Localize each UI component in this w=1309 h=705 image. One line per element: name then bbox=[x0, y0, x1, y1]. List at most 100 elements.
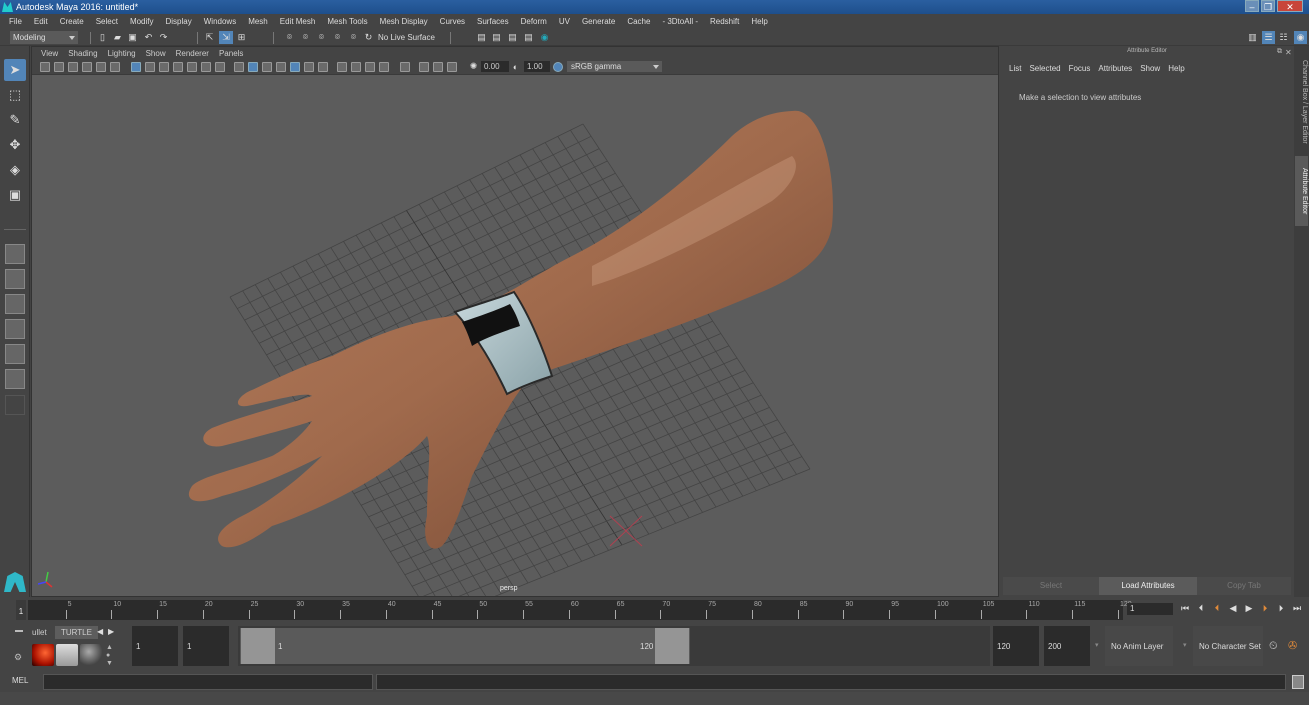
copy-tab-button[interactable]: Copy Tab bbox=[1197, 577, 1291, 595]
menu-generate[interactable]: Generate bbox=[576, 17, 621, 26]
resolution-gate-icon[interactable] bbox=[159, 62, 169, 72]
menu-cache[interactable]: Cache bbox=[621, 17, 656, 26]
select-component-icon[interactable]: ⊞ bbox=[236, 32, 247, 43]
menu-mesh-tools[interactable]: Mesh Tools bbox=[321, 17, 373, 26]
use-all-lights-icon[interactable] bbox=[290, 62, 300, 72]
textured-icon[interactable] bbox=[276, 62, 286, 72]
current-frame-field[interactable]: 1 bbox=[1127, 603, 1173, 615]
viewport-menu-view[interactable]: View bbox=[36, 49, 63, 58]
gamma-field[interactable]: 1.00 bbox=[524, 61, 550, 72]
camera-attributes-icon[interactable] bbox=[54, 62, 64, 72]
ambient-occlusion-icon[interactable] bbox=[318, 62, 328, 72]
close-panel-icon[interactable]: ✕ bbox=[1285, 48, 1292, 57]
animation-preferences-icon[interactable]: ✇ bbox=[1288, 639, 1297, 652]
step-forward-frame-icon[interactable]: ⏵ bbox=[1258, 603, 1272, 614]
hypershade-icon[interactable]: ▤ bbox=[523, 32, 534, 43]
grease-pencil-icon[interactable] bbox=[110, 62, 120, 72]
character-set-dropdown[interactable]: No Character Set bbox=[1193, 626, 1263, 666]
maya-home-icon[interactable] bbox=[4, 572, 26, 592]
shelf-scroll-right-icon[interactable]: ▶ bbox=[108, 627, 114, 636]
menu-help[interactable]: Help bbox=[745, 17, 773, 26]
rotate-tool-icon[interactable]: ◈ bbox=[4, 159, 26, 181]
scale-tool-icon[interactable]: ▣ bbox=[4, 184, 26, 206]
tab-channel-box[interactable]: Channel Box / Layer Editor bbox=[1295, 52, 1308, 152]
current-frame-marker[interactable]: 1 bbox=[16, 600, 26, 620]
lasso-tool-icon[interactable]: ⬚ bbox=[4, 84, 26, 106]
xray-components-icon[interactable] bbox=[433, 62, 443, 72]
viewport-menu-panels[interactable]: Panels bbox=[214, 49, 248, 58]
persp-outliner-layout-icon[interactable] bbox=[5, 344, 25, 364]
menu-create[interactable]: Create bbox=[54, 17, 90, 26]
collapse-shelf-icon[interactable] bbox=[15, 630, 23, 632]
viewport-menu-shading[interactable]: Shading bbox=[63, 49, 102, 58]
anim-layer-dropdown[interactable]: No Anim Layer bbox=[1105, 626, 1173, 666]
script-language-label[interactable]: MEL bbox=[12, 676, 28, 685]
turtle-bake-icon[interactable] bbox=[56, 644, 78, 666]
close-button[interactable]: ✕ bbox=[1277, 0, 1303, 12]
turtle-render-icon[interactable] bbox=[32, 644, 54, 666]
attr-menu-selected[interactable]: Selected bbox=[1025, 64, 1064, 73]
shelf-settings-icon[interactable]: ⚙ bbox=[14, 652, 22, 663]
select-object-icon[interactable]: ⇲ bbox=[219, 31, 233, 44]
redo-icon[interactable]: ↷ bbox=[158, 32, 169, 43]
menu-redshift[interactable]: Redshift bbox=[704, 17, 745, 26]
render-frame-icon[interactable]: ▤ bbox=[476, 32, 487, 43]
attr-menu-attributes[interactable]: Attributes bbox=[1094, 64, 1136, 73]
safe-action-icon[interactable] bbox=[201, 62, 211, 72]
hud-icon[interactable] bbox=[447, 62, 457, 72]
playback-end-field[interactable]: 120 bbox=[993, 626, 1039, 666]
four-view-layout-icon[interactable] bbox=[5, 269, 25, 289]
play-backwards-icon[interactable]: ◀ bbox=[1226, 603, 1240, 614]
ipr-render-icon[interactable]: ▤ bbox=[491, 32, 502, 43]
color-space-dropdown[interactable]: sRGB gamma bbox=[567, 61, 662, 72]
playback-start-field[interactable]: 1 bbox=[183, 626, 229, 666]
viewport-menu-show[interactable]: Show bbox=[141, 49, 171, 58]
attr-menu-list[interactable]: List bbox=[1005, 64, 1025, 73]
tab-attribute-editor[interactable]: Attribute Editor bbox=[1295, 156, 1308, 226]
2d-pan-zoom-icon[interactable] bbox=[96, 62, 106, 72]
minimize-button[interactable]: – bbox=[1245, 0, 1259, 12]
select-tool-icon[interactable]: ➤ bbox=[4, 59, 26, 81]
isolate-select-icon[interactable] bbox=[379, 62, 389, 72]
load-attributes-button[interactable]: Load Attributes bbox=[1099, 577, 1197, 595]
attribute-editor-toggle-icon[interactable]: ☰ bbox=[1262, 31, 1275, 44]
range-start-handle[interactable] bbox=[241, 628, 275, 664]
snap-grid-icon[interactable]: ⌾ bbox=[284, 32, 295, 43]
gate-mask-icon[interactable] bbox=[173, 62, 183, 72]
step-back-key-icon[interactable]: ⏴ bbox=[1194, 603, 1208, 614]
attr-menu-help[interactable]: Help bbox=[1164, 64, 1188, 73]
step-back-frame-icon[interactable]: ⏴ bbox=[1210, 603, 1224, 614]
range-slider[interactable]: 1 120 bbox=[238, 626, 990, 666]
paint-select-tool-icon[interactable]: ✎ bbox=[4, 109, 26, 131]
attr-menu-show[interactable]: Show bbox=[1136, 64, 1164, 73]
film-gate-icon[interactable] bbox=[145, 62, 155, 72]
field-chart-icon[interactable] bbox=[187, 62, 197, 72]
time-ruler[interactable]: 5 10 15 20 25 30 35 40 45 50 55 60 65 70 75 80 85 90 95 100… bbox=[28, 600, 1132, 620]
two-view-layout-icon[interactable] bbox=[5, 294, 25, 314]
menu-edit[interactable]: Edit bbox=[28, 17, 54, 26]
menu-curves[interactable]: Curves bbox=[434, 17, 471, 26]
new-scene-icon[interactable]: ▯ bbox=[97, 32, 108, 43]
persp-uv-layout-icon[interactable] bbox=[5, 369, 25, 389]
viewport-menu-renderer[interactable]: Renderer bbox=[171, 49, 214, 58]
bookmark-icon[interactable] bbox=[68, 62, 78, 72]
xray-icon[interactable] bbox=[400, 62, 410, 72]
step-forward-key-icon[interactable]: ⏵ bbox=[1274, 603, 1288, 614]
attr-menu-focus[interactable]: Focus bbox=[1065, 64, 1095, 73]
viewport-panel[interactable]: View Shading Lighting Show Renderer Panels ✺ … bbox=[31, 46, 999, 597]
color-management-icon[interactable] bbox=[553, 62, 563, 72]
shelf-scroll-icon[interactable]: ▲ ● ▼ bbox=[106, 644, 113, 668]
animation-start-field[interactable]: 1 bbox=[132, 626, 178, 666]
shelf-tab-turtle[interactable]: TURTLE bbox=[55, 626, 98, 639]
snap-point-icon[interactable]: ⌾ bbox=[316, 32, 327, 43]
safe-title-icon[interactable] bbox=[215, 62, 225, 72]
menu-windows[interactable]: Windows bbox=[198, 17, 242, 26]
undo-icon[interactable]: ↶ bbox=[143, 32, 154, 43]
motion-blur-icon[interactable] bbox=[337, 62, 347, 72]
auto-key-icon[interactable]: ⏲ bbox=[1269, 640, 1278, 653]
maximize-button[interactable]: ❐ bbox=[1261, 0, 1275, 12]
menu-mesh[interactable]: Mesh bbox=[242, 17, 274, 26]
menu-set-dropdown[interactable]: Modeling bbox=[10, 31, 78, 44]
exposure-field[interactable]: 0.00 bbox=[481, 61, 509, 72]
select-hierarchy-icon[interactable]: ⇱ bbox=[204, 32, 215, 43]
